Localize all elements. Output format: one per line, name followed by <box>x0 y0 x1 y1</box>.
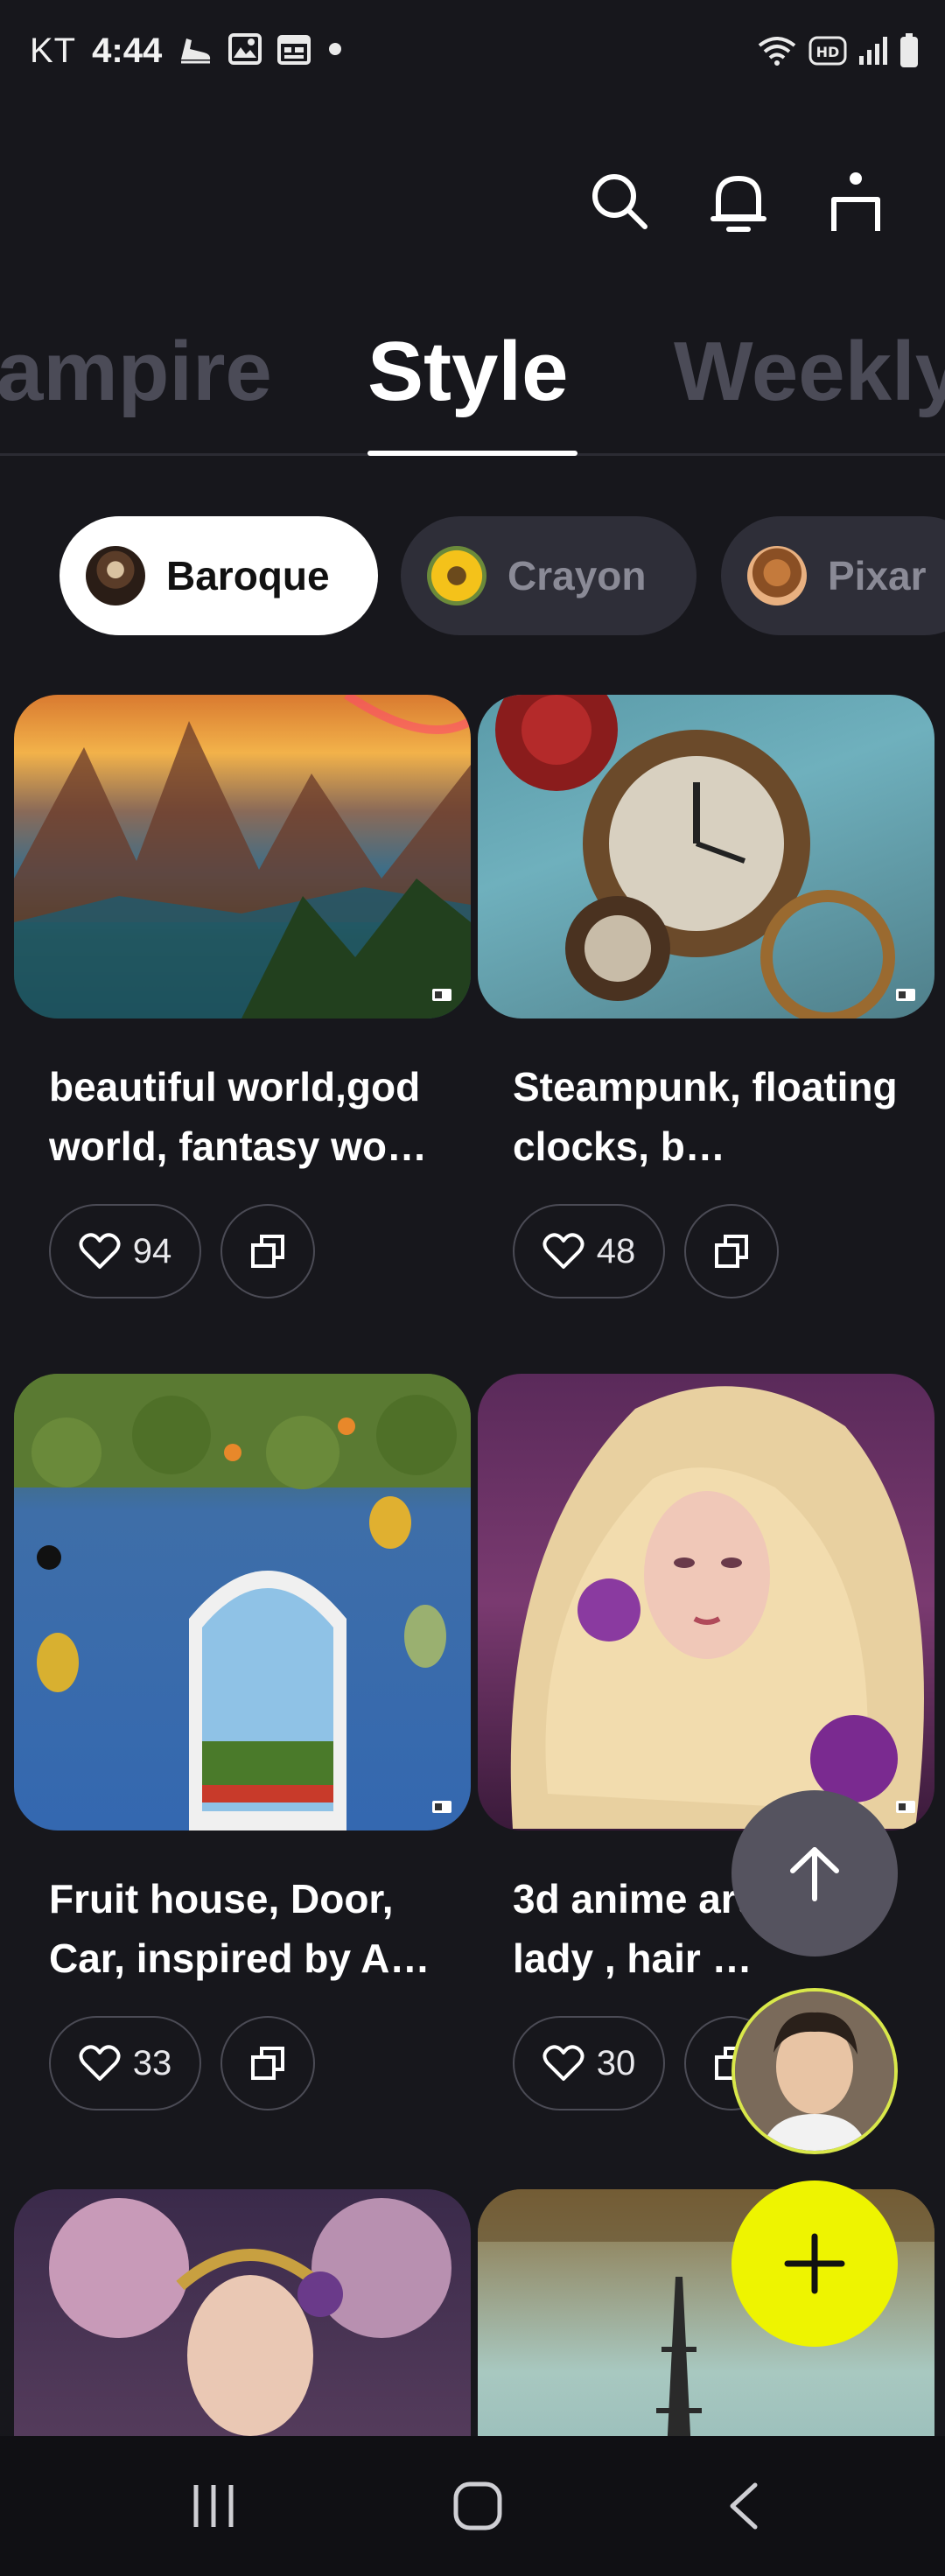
copy-icon <box>715 1235 748 1268</box>
card-image[interactable] <box>478 1374 934 1830</box>
like-button[interactable]: 94 <box>49 1204 201 1298</box>
feed-card[interactable] <box>14 2189 471 2436</box>
chip-thumbnail <box>427 546 486 606</box>
hd-icon: HD <box>808 36 847 70</box>
card-title: Fruit house, Door, Car, inspired by A… <box>49 1876 430 1981</box>
feed-card[interactable]: Fruit house, Door, Car, inspired by A… 3… <box>14 1374 471 2110</box>
feed-card[interactable]: Steampunk, floating clocks, b… 48 <box>478 695 934 1298</box>
active-tab-indicator <box>368 451 578 456</box>
card-actions: 33 <box>49 2016 471 2110</box>
hd-badge-text: HD <box>816 44 840 60</box>
copy-icon <box>251 2047 284 2080</box>
chip-label: Baroque <box>166 553 330 598</box>
chip-label: Pixar <box>828 553 927 598</box>
profile-button[interactable] <box>821 166 891 236</box>
user-avatar-button[interactable] <box>732 1988 898 2154</box>
bell-icon <box>710 176 766 232</box>
tab-weekly[interactable]: Weekly <box>674 324 945 420</box>
back-button[interactable] <box>691 2471 796 2541</box>
feed-card[interactable]: 3d anime art noble lady , hair … 30 <box>478 1374 934 2110</box>
search-icon <box>592 174 648 229</box>
chip-baroque[interactable]: Baroque <box>60 516 378 635</box>
heart-icon <box>79 2045 121 2081</box>
avatar <box>735 1992 894 2151</box>
scroll-to-top-button[interactable] <box>732 1790 898 1956</box>
search-button[interactable] <box>584 166 654 236</box>
card-image[interactable] <box>478 695 934 1018</box>
signal-icon <box>858 35 889 71</box>
like-count: 33 <box>132 2043 172 2082</box>
style-chips: Baroque Crayon Pixar <box>0 516 945 635</box>
anime-noble-lady-art <box>510 1386 924 1829</box>
chip-label: Crayon <box>508 553 647 598</box>
wifi-icon <box>756 33 798 73</box>
card-image[interactable] <box>14 2189 471 2436</box>
status-left: KT 4:44 <box>30 32 344 71</box>
like-count: 94 <box>132 1231 172 1270</box>
home-icon <box>453 2482 502 2530</box>
create-button[interactable] <box>732 2180 898 2347</box>
copy-prompt-button[interactable] <box>220 2016 315 2110</box>
like-count: 30 <box>596 2043 636 2082</box>
steampunk-clock-art <box>495 695 895 1018</box>
status-right: HD <box>756 33 919 73</box>
profile-icon <box>831 172 880 231</box>
calendar-icon <box>277 33 312 69</box>
feed-card[interactable]: beautiful world,god world, fantasy wo… 9… <box>14 695 471 1298</box>
plus-icon <box>784 2233 845 2294</box>
card-title: Steampunk, floating clocks, b… <box>513 1064 898 1169</box>
sneaker-icon <box>178 33 213 69</box>
battery-icon <box>900 33 919 73</box>
image-badge-icon <box>432 989 452 1001</box>
back-icon <box>730 2482 758 2530</box>
copy-prompt-button[interactable] <box>684 1204 779 1298</box>
chip-thumbnail <box>86 546 145 606</box>
chip-pixar[interactable]: Pixar <box>721 516 945 635</box>
system-navigation-bar <box>0 2436 945 2576</box>
status-bar: KT 4:44 HD <box>0 0 945 94</box>
home-button[interactable] <box>425 2471 530 2541</box>
fantasy-landscape-art <box>14 695 471 1018</box>
dot-icon <box>326 40 344 62</box>
image-icon <box>228 33 262 69</box>
like-button[interactable]: 33 <box>49 2016 201 2110</box>
card-title: beautiful world,god world, fantasy wo… <box>49 1064 427 1169</box>
image-badge-icon <box>896 1801 915 1813</box>
like-button[interactable]: 30 <box>513 2016 665 2110</box>
header-actions <box>0 166 945 236</box>
like-button[interactable]: 48 <box>513 1204 665 1298</box>
copy-icon <box>251 1235 284 1268</box>
clock: 4:44 <box>92 32 163 70</box>
heart-icon <box>79 1233 121 1269</box>
category-tabs: ampire Style Weekly <box>0 315 945 455</box>
image-feed: beautiful world,god world, fantasy wo… 9… <box>0 691 945 2436</box>
recent-apps-button[interactable] <box>161 2471 266 2541</box>
chip-crayon[interactable]: Crayon <box>401 516 696 635</box>
card-actions: 94 <box>49 1204 471 1298</box>
heart-icon <box>542 2045 584 2081</box>
image-badge-icon <box>896 989 915 1001</box>
like-count: 48 <box>596 1231 636 1270</box>
copy-prompt-button[interactable] <box>220 1204 315 1298</box>
tab-vampire[interactable]: ampire <box>0 324 272 420</box>
carrier-label: KT <box>30 32 77 70</box>
fruit-house-door-art <box>14 1374 471 1830</box>
card-image[interactable] <box>14 695 471 1018</box>
notifications-button[interactable] <box>704 166 774 236</box>
heart-icon <box>542 1233 584 1269</box>
chip-thumbnail <box>747 546 807 606</box>
image-badge-icon <box>432 1801 452 1813</box>
tab-style[interactable]: Style <box>368 324 568 420</box>
recent-apps-icon <box>193 2485 234 2527</box>
card-image[interactable] <box>14 1374 471 1830</box>
arrow-up-icon <box>790 1847 839 1901</box>
card-actions: 48 <box>513 1204 934 1298</box>
baroque-portrait-art <box>49 2198 452 2436</box>
